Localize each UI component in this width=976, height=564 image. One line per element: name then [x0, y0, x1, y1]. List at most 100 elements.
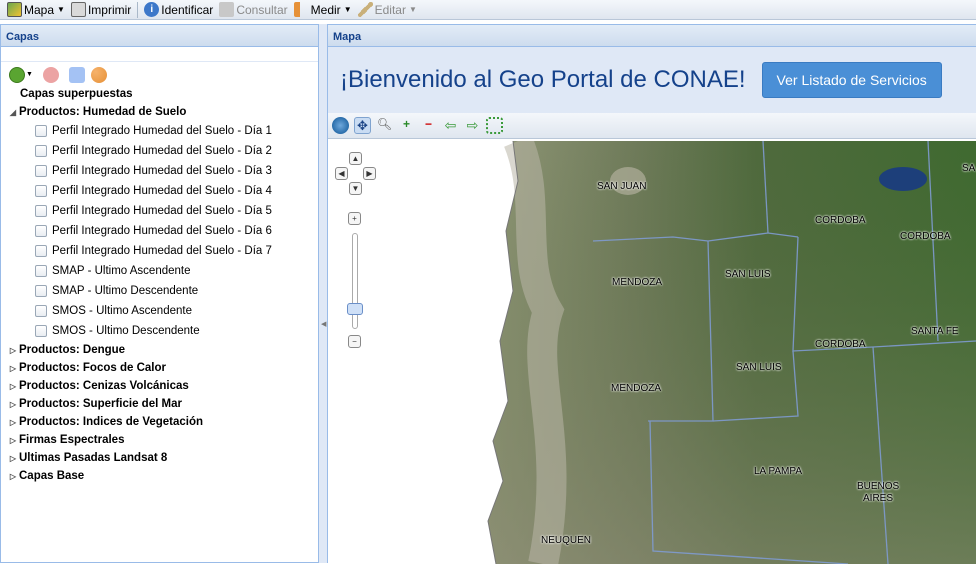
layer-checkbox[interactable]: [35, 125, 47, 137]
layer-checkbox[interactable]: [35, 205, 47, 217]
map-panel: Mapa ¡Bienvenido al Geo Portal de CONAE!…: [327, 24, 976, 564]
layer-item[interactable]: Perfil Integrado Humedad del Suelo - Día…: [1, 241, 318, 261]
layer-checkbox[interactable]: [35, 185, 47, 197]
collapsed-triangle-icon[interactable]: ▷: [7, 418, 19, 427]
layer-group-node[interactable]: ▷ Productos: Superficie del Mar: [1, 395, 318, 413]
layer-checkbox[interactable]: [35, 265, 47, 277]
identificar-label: Identificar: [161, 2, 214, 17]
medir-menu-button[interactable]: Medir ▼: [291, 1, 355, 19]
layer-item[interactable]: SMAP - Ultimo Descendente: [1, 281, 318, 301]
collapsed-triangle-icon[interactable]: ▷: [7, 400, 19, 409]
zoom-in-button[interactable]: +: [348, 212, 361, 225]
database-icon: [219, 2, 235, 17]
toolbar-divider: [137, 1, 139, 18]
layer-item[interactable]: SMOS - Ultimo Descendente: [1, 321, 318, 341]
layer-item[interactable]: Perfil Integrado Humedad del Suelo - Día…: [1, 201, 318, 221]
panel-splitter[interactable]: ◀: [319, 24, 327, 563]
layer-group-label: Ultimas Pasadas Landsat 8: [19, 452, 168, 464]
collapse-arrow-icon[interactable]: ◀: [321, 320, 326, 328]
layer-checkbox[interactable]: [35, 145, 47, 157]
layer-checkbox[interactable]: [35, 225, 47, 237]
layer-group-node[interactable]: ▷ Productos: Cenizas Volcánicas: [1, 377, 318, 395]
add-layer-icon[interactable]: [9, 66, 25, 83]
pan-up-icon[interactable]: ▲: [349, 152, 362, 165]
layer-item[interactable]: SMAP - Ultimo Ascendente: [1, 261, 318, 281]
map-panel-title: Mapa: [328, 25, 976, 47]
globe-icon[interactable]: [332, 117, 349, 134]
humedad-group-node[interactable]: ◢ Productos: Humedad de Suelo: [1, 103, 318, 121]
palette-icon[interactable]: [90, 66, 107, 83]
layer-group-label: Productos: Dengue: [19, 344, 126, 356]
collapsed-triangle-icon[interactable]: ▷: [7, 364, 19, 373]
overlays-node[interactable]: Capas superpuestas: [1, 85, 318, 103]
layer-checkbox[interactable]: [35, 245, 47, 257]
collapsed-triangle-icon[interactable]: ▷: [7, 454, 19, 463]
identificar-button[interactable]: i Identificar: [141, 1, 216, 19]
chevron-down-icon[interactable]: ▼: [26, 71, 33, 78]
map-label-neuquen: NEUQUEN: [541, 535, 592, 546]
layer-label: SMAP - Ultimo Descendente: [52, 285, 199, 297]
map-label-cordoba: CORDOBA: [815, 339, 866, 350]
layer-group-label: Productos: Focos de Calor: [19, 362, 166, 374]
layer-group-node[interactable]: ▷ Firmas Espectrales: [1, 431, 318, 449]
pan-left-icon[interactable]: ◀: [335, 167, 348, 180]
imprimir-button[interactable]: Imprimir: [68, 1, 134, 19]
pan-down-icon[interactable]: ▼: [349, 182, 362, 195]
layer-group-label: Firmas Espectrales: [19, 434, 125, 446]
layer-item[interactable]: Perfil Integrado Humedad del Suelo - Día…: [1, 221, 318, 241]
remove-layer-icon[interactable]: [42, 66, 59, 83]
wrench-icon[interactable]: [68, 66, 85, 83]
layer-group-node[interactable]: ▷ Productos: Indices de Vegetación: [1, 413, 318, 431]
pan-right-icon[interactable]: ▶: [363, 167, 376, 180]
services-list-button[interactable]: Ver Listado de Servicios: [761, 62, 942, 98]
main-toolbar: Mapa ▼ Imprimir i Identificar Consultar …: [0, 0, 976, 20]
layer-item[interactable]: Perfil Integrado Humedad del Suelo - Día…: [1, 121, 318, 141]
pan-icon[interactable]: ✥: [354, 117, 371, 134]
layer-item[interactable]: Perfil Integrado Humedad del Suelo - Día…: [1, 181, 318, 201]
map-view[interactable]: ▲ ◀ ▶ ▼ + − SAN JUAN CORDOBA CORDOBA SAN…: [328, 141, 976, 564]
layer-label: SMOS - Ultimo Ascendente: [52, 305, 192, 317]
layer-checkbox[interactable]: [35, 285, 47, 297]
zoom-in-icon[interactable]: +: [398, 117, 415, 134]
layer-checkbox[interactable]: [35, 325, 47, 337]
consultar-label: Consultar: [236, 2, 288, 17]
layers-toolbar: ▼: [1, 61, 318, 87]
layer-label: Perfil Integrado Humedad del Suelo - Día…: [52, 145, 272, 157]
layer-group-node[interactable]: ▷ Capas Base: [1, 467, 318, 485]
layer-checkbox[interactable]: [35, 305, 47, 317]
layer-item[interactable]: Perfil Integrado Humedad del Suelo - Día…: [1, 141, 318, 161]
collapsed-triangle-icon[interactable]: ▷: [7, 472, 19, 481]
editar-menu-button[interactable]: Editar ▼: [355, 1, 420, 19]
layer-group-node[interactable]: ▷ Ultimas Pasadas Landsat 8: [1, 449, 318, 467]
layer-group-node[interactable]: ▷ Productos: Focos de Calor: [1, 359, 318, 377]
zoom-out-button[interactable]: −: [348, 335, 361, 348]
layer-group-node[interactable]: ▷ Productos: Dengue: [1, 341, 318, 359]
map-label-mendoza: MENDOZA: [612, 277, 662, 288]
arrow-left-icon[interactable]: ⇦: [442, 117, 459, 134]
full-extent-icon[interactable]: [486, 117, 503, 134]
map-label-buenos-aires: BUENOS: [857, 481, 900, 492]
layer-item[interactable]: Perfil Integrado Humedad del Suelo - Día…: [1, 161, 318, 181]
layers-panel-title: Capas: [1, 25, 318, 47]
mapa-menu-button[interactable]: Mapa ▼: [4, 1, 68, 19]
overlays-label: Capas superpuestas: [20, 88, 133, 100]
layer-label: Perfil Integrado Humedad del Suelo - Día…: [52, 185, 272, 197]
map-label-san-luis: SAN LUIS: [736, 362, 782, 373]
layer-item[interactable]: SMOS - Ultimo Ascendente: [1, 301, 318, 321]
mapa-label: Mapa: [24, 2, 55, 17]
chevron-down-icon: ▼: [57, 5, 65, 14]
zoom-icon[interactable]: 🔍︎: [376, 117, 393, 134]
collapsed-triangle-icon[interactable]: ▷: [7, 346, 19, 355]
layer-group-label: Productos: Superficie del Mar: [19, 398, 182, 410]
arrow-right-icon[interactable]: ⇨: [464, 117, 481, 134]
expanded-triangle-icon[interactable]: ◢: [7, 108, 19, 117]
consultar-button[interactable]: Consultar: [216, 1, 290, 19]
layer-checkbox[interactable]: [35, 165, 47, 177]
collapsed-triangle-icon[interactable]: ▷: [7, 382, 19, 391]
zoom-out-icon[interactable]: −: [420, 117, 437, 134]
map-label-la-pampa: LA PAMPA: [754, 466, 802, 477]
welcome-title: ¡Bienvenido al Geo Portal de CONAE!: [340, 66, 746, 93]
layer-label: Perfil Integrado Humedad del Suelo - Día…: [52, 125, 272, 137]
zoom-slider-handle[interactable]: [347, 303, 363, 315]
collapsed-triangle-icon[interactable]: ▷: [7, 436, 19, 445]
